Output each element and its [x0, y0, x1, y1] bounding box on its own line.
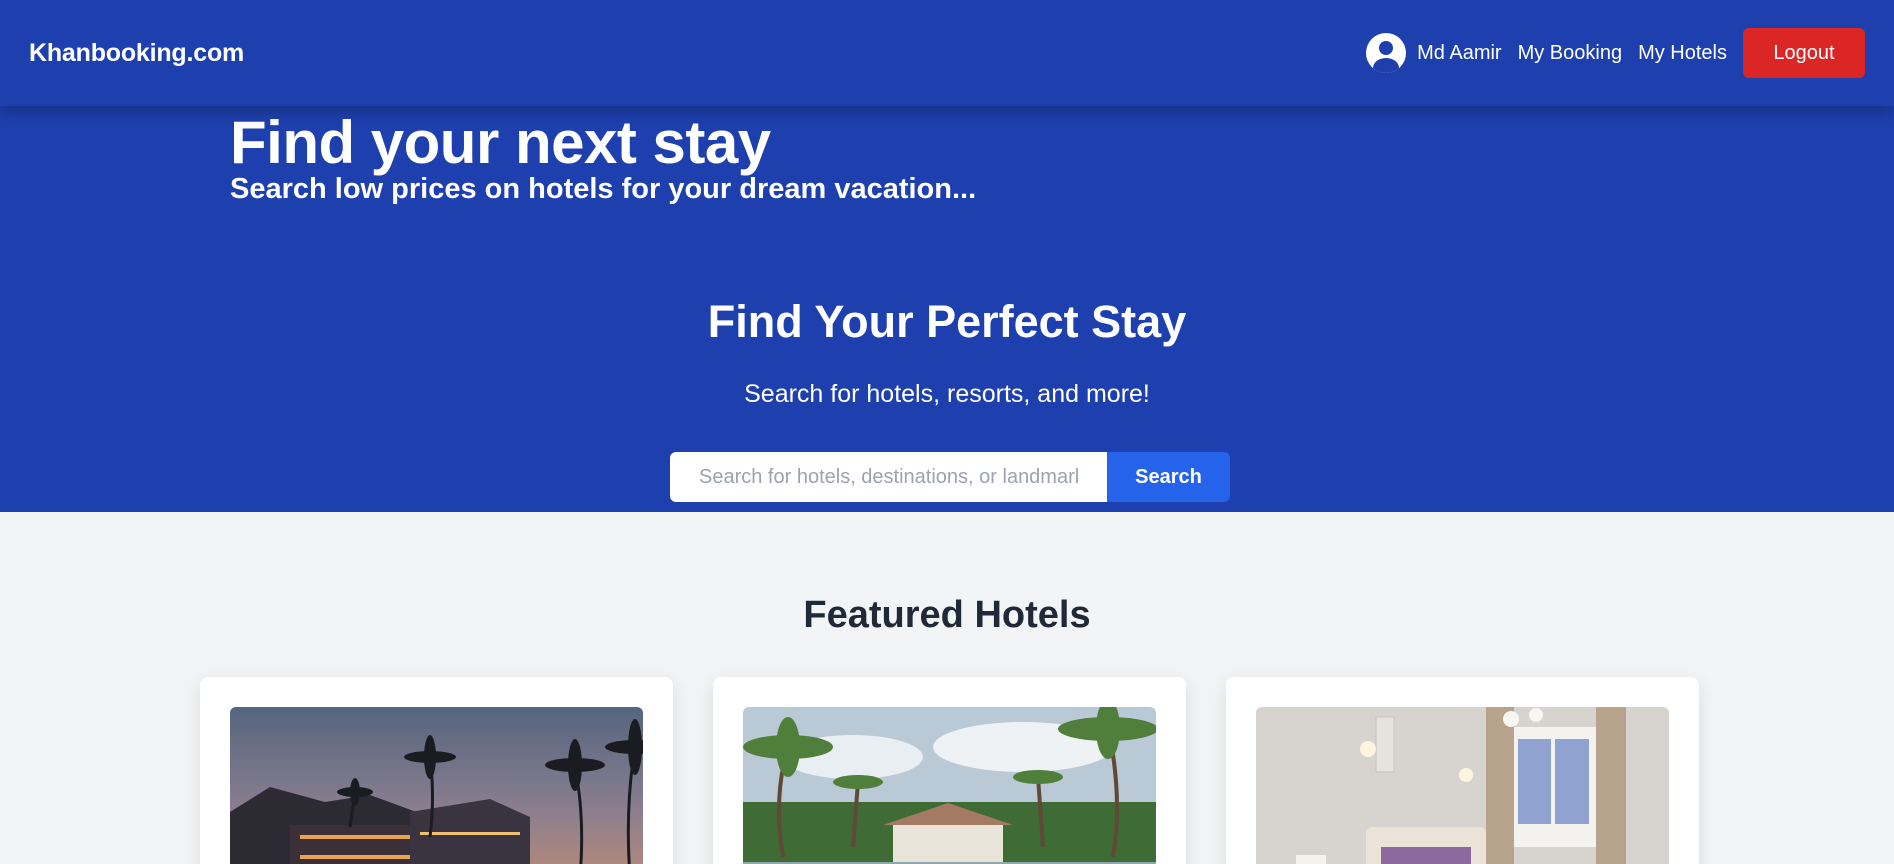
search-section-subtitle: Search for hotels, resorts, and more! [744, 380, 1150, 408]
hero-title: Find your next stay [230, 109, 771, 176]
user-name: Md Aamir [1417, 41, 1502, 64]
my-hotels-link[interactable]: My Hotels [1638, 42, 1727, 65]
search-input[interactable] [670, 452, 1107, 502]
search-button[interactable]: Search [1107, 452, 1230, 502]
hotel-image-resort[interactable] [230, 707, 643, 864]
hotel-card[interactable] [200, 677, 673, 864]
top-navbar: Khanbooking.com Md Aamir My Booking My H… [0, 0, 1894, 106]
user-avatar-icon [1366, 33, 1407, 73]
featured-hotels-title: Featured Hotels [803, 594, 1091, 636]
site-logo[interactable]: Khanbooking.com [29, 39, 244, 68]
hotel-card[interactable] [1226, 677, 1699, 864]
hotel-image-pool[interactable] [743, 707, 1156, 864]
nav-links: Md Aamir My Booking My Hotels Logout [1366, 28, 1865, 78]
user-profile[interactable]: Md Aamir [1366, 33, 1502, 73]
search-section-title: Find Your Perfect Stay [707, 296, 1187, 347]
hotel-card[interactable] [713, 677, 1186, 864]
hero-subtitle: Search low prices on hotels for your dre… [230, 173, 977, 205]
my-booking-link[interactable]: My Booking [1518, 42, 1623, 65]
search-bar: Search [670, 452, 1230, 502]
logout-button[interactable]: Logout [1743, 28, 1865, 78]
hotel-image-bedroom[interactable] [1256, 707, 1669, 864]
